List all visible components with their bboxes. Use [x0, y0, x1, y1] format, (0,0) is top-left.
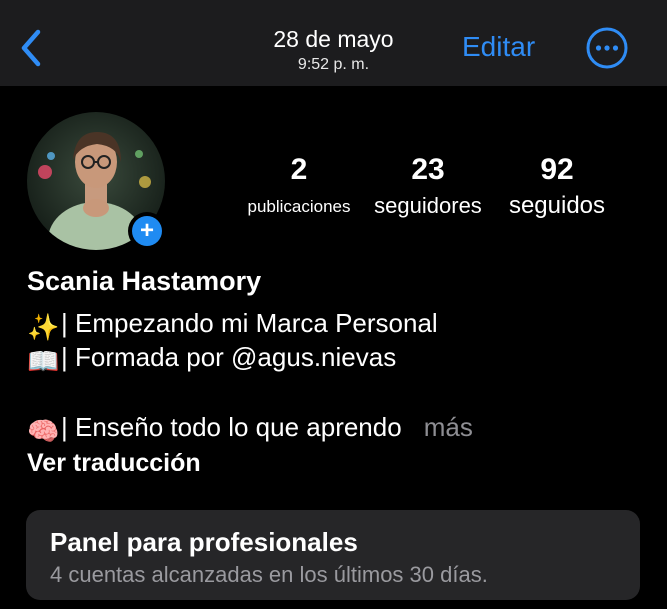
professional-dashboard-subtitle: 4 cuentas alcanzadas en los últimos 30 d… [50, 562, 488, 587]
bio-line: 📖| Formada por @agus.nievas [27, 342, 396, 377]
bio-line: ✨| Empezando mi Marca Personal [27, 308, 438, 343]
open-book-icon: 📖 [27, 346, 60, 376]
followers-count[interactable]: 23 seguidores [366, 150, 490, 219]
bio-text: | Formada por @agus.nievas [61, 342, 397, 372]
profile-name: Scania Hastamory [27, 266, 262, 296]
brain-icon: 🧠 [27, 416, 60, 446]
edit-button[interactable]: Editar [462, 31, 535, 63]
top-nav-bar: 28 de mayo 9:52 p. m. Editar [0, 0, 667, 86]
posts-count[interactable]: 2 publicaciones [240, 150, 358, 217]
profile-avatar-container: + [27, 112, 167, 252]
sparkles-icon: ✨ [27, 312, 60, 342]
ellipsis-circle-icon [586, 27, 628, 69]
posts-label: publicaciones [247, 197, 351, 216]
followers-label: seguidores [374, 193, 482, 218]
bio-text: | Enseño todo lo que aprendo [61, 412, 402, 442]
nav-date: 28 de mayo [273, 26, 394, 52]
following-count[interactable]: 92 seguidos [494, 150, 620, 220]
professional-dashboard-title: Panel para profesionales [50, 527, 358, 557]
bio-line: 🧠| Enseño todo lo que aprendo más [27, 412, 473, 447]
professional-dashboard-panel[interactable]: Panel para profesionales 4 cuentas alcan… [26, 510, 640, 600]
more-link[interactable]: más [424, 412, 473, 442]
nav-time: 9:52 p. m. [297, 56, 370, 73]
bio-text: | Empezando mi Marca Personal [61, 308, 438, 338]
following-value: 92 [540, 153, 574, 186]
followers-value: 23 [411, 153, 445, 186]
see-translation-link[interactable]: Ver traducción [27, 449, 201, 478]
more-options-button[interactable] [586, 27, 628, 69]
plus-icon: + [132, 216, 162, 246]
following-label: seguidos [508, 192, 606, 219]
add-story-button[interactable]: + [128, 212, 166, 250]
posts-value: 2 [290, 153, 308, 186]
